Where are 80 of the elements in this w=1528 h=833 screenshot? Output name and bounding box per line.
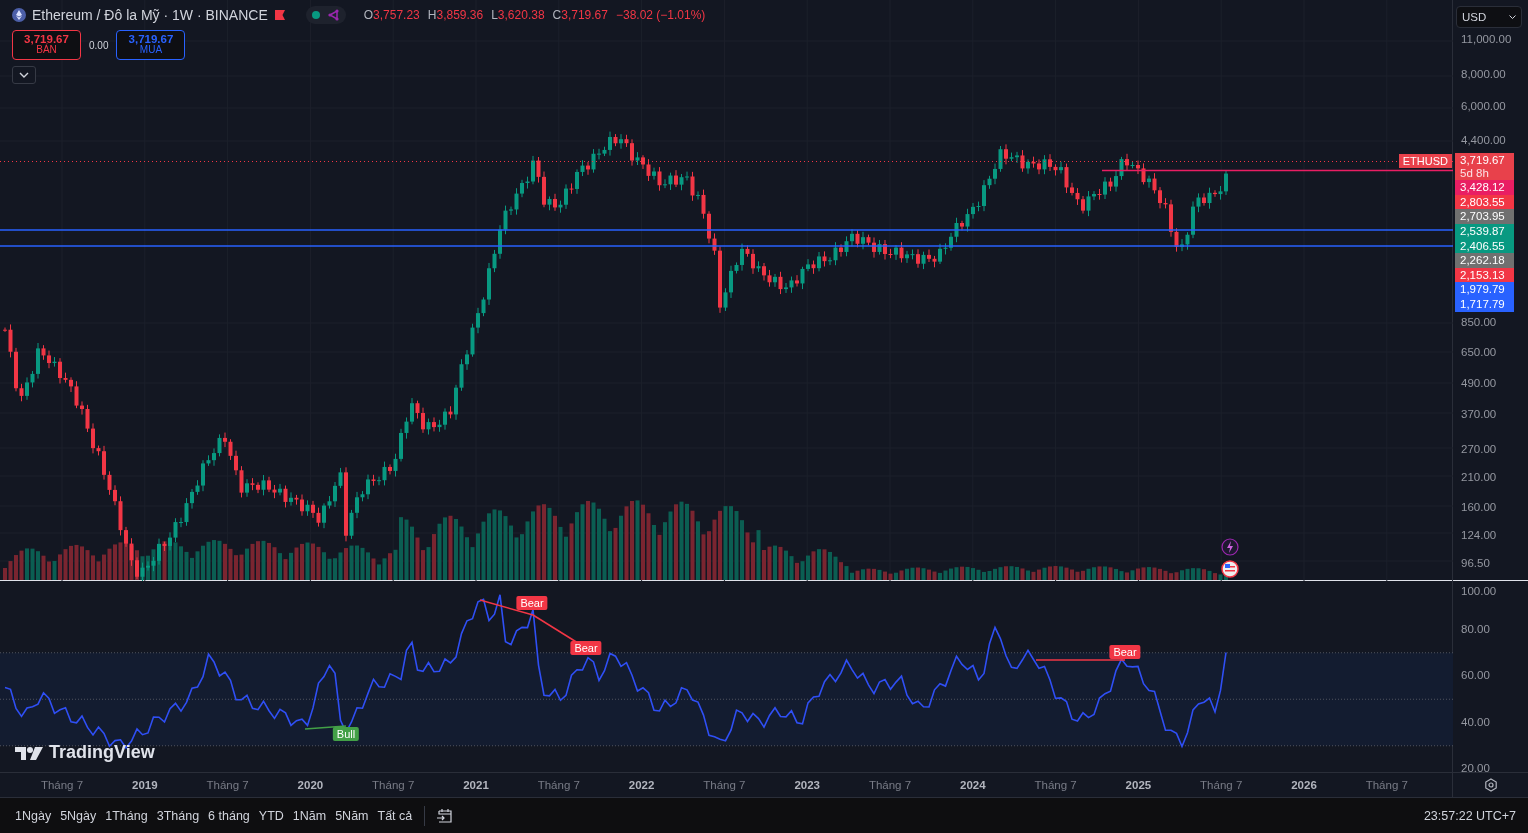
price-change: −38.02 (−1.01%) xyxy=(615,8,706,22)
chevron-down-icon xyxy=(19,72,29,78)
time-axis-label: 2023 xyxy=(794,779,820,791)
price-axis-label: 370.00 xyxy=(1461,408,1497,421)
ethereum-logo-icon xyxy=(12,8,26,22)
time-axis-label: Tháng 7 xyxy=(1365,779,1408,791)
time-axis-label: Tháng 7 xyxy=(40,779,84,791)
lightning-icon[interactable] xyxy=(1221,538,1239,556)
buy-button[interactable]: 3,719.67 MUA xyxy=(116,30,186,60)
time-axis-label: 2022 xyxy=(628,779,655,791)
range-button[interactable]: 1Ngày xyxy=(12,806,55,825)
price-axis-label: 210.00 xyxy=(1461,470,1497,483)
tradingview-logo-icon xyxy=(15,744,45,761)
time-axis-label: Tháng 7 xyxy=(1200,779,1243,791)
clock-time: 23:57:22 UTC+7 xyxy=(1423,808,1516,823)
time-axis-label: 2020 xyxy=(297,779,324,791)
rsi-axis-label: 60.00 xyxy=(1461,669,1490,681)
time-axis-label: Tháng 7 xyxy=(206,779,249,791)
range-button[interactable]: 6 tháng xyxy=(205,806,253,825)
market-open-dot-icon xyxy=(311,11,320,19)
divergence-label: Bear xyxy=(516,596,548,610)
time-axis-label: Tháng 7 xyxy=(703,779,746,791)
time-axis-label: 2024 xyxy=(960,779,986,791)
rsi-axis-label: 20.00 xyxy=(1461,762,1490,774)
flag-us-icon[interactable] xyxy=(1221,560,1239,578)
price-tag: 2,703.95 xyxy=(1455,209,1514,224)
divergence-label: Bear xyxy=(1109,645,1141,659)
settings-icon[interactable] xyxy=(1483,778,1498,792)
price-axis-label: 270.00 xyxy=(1461,442,1497,455)
price-axis-label: 6,000.00 xyxy=(1461,99,1506,112)
time-axis-label: 2026 xyxy=(1291,779,1317,791)
time-axis-label: 2021 xyxy=(463,779,489,791)
time-axis-label: Tháng 7 xyxy=(372,779,415,791)
tradingview-logo: TradingView xyxy=(49,742,155,763)
price-tag: 1,979.79 xyxy=(1455,282,1514,297)
range-button[interactable]: Tất cả xyxy=(374,806,416,825)
divergence-label: Bear xyxy=(570,641,602,655)
price-axis-label: 8,000.00 xyxy=(1461,67,1506,80)
rsi-axis-label: 80.00 xyxy=(1461,622,1490,635)
divergence-label: Bull xyxy=(332,727,360,741)
price-axis-label: 11,000.00 xyxy=(1461,32,1512,45)
time-axis-label: 2025 xyxy=(1125,779,1152,791)
symbol-label: ETHUSD xyxy=(1398,154,1452,168)
price-axis-label: 96.50 xyxy=(1461,556,1490,569)
price-tag: 3,719.67 5d 8h xyxy=(1455,153,1514,181)
price-axis-label: 650.00 xyxy=(1461,345,1497,358)
time-axis-label: Tháng 7 xyxy=(868,779,912,791)
rsi-axis-label: 40.00 xyxy=(1461,715,1490,728)
price-axis-label: 850.00 xyxy=(1461,316,1497,328)
range-button[interactable]: 3Tháng xyxy=(153,806,203,825)
symbol-title[interactable]: Ethereum / Đô la Mỹ · 1W · BINANCE xyxy=(32,7,268,23)
time-axis-label: Tháng 7 xyxy=(1034,779,1077,791)
range-button[interactable]: YTD xyxy=(255,806,287,825)
time-axis-label: 2019 xyxy=(132,779,158,791)
price-axis-label: 490.00 xyxy=(1461,376,1497,389)
price-axis-label: 124.00 xyxy=(1461,529,1497,542)
range-button[interactable]: 1Năm xyxy=(289,806,330,825)
currency-dropdown[interactable]: USD xyxy=(1456,6,1522,28)
range-button[interactable]: 5Ngày xyxy=(57,806,100,825)
range-button[interactable]: 5Năm xyxy=(332,806,372,825)
price-axis-label: 4,400.00 xyxy=(1461,134,1506,146)
ohlc-value: C3,719.67 xyxy=(552,8,608,22)
collapse-button[interactable] xyxy=(12,66,36,84)
share-nodes-icon xyxy=(327,9,340,21)
rsi-axis-label: 100.00 xyxy=(1461,585,1497,597)
calendar-icon xyxy=(436,806,455,825)
status-pill[interactable] xyxy=(305,6,346,24)
price-tag: 2,262.18 xyxy=(1455,253,1514,268)
spread-value: 0.00 xyxy=(89,39,109,51)
time-axis-label: Tháng 7 xyxy=(537,779,580,791)
chevron-down-icon xyxy=(1509,15,1516,19)
price-axis-label: 160.00 xyxy=(1461,500,1497,513)
ohlc-value: O3,757.23 xyxy=(363,8,420,22)
range-button[interactable]: 1Tháng xyxy=(102,806,151,825)
price-tag: 3,428.12 xyxy=(1455,180,1514,195)
divergence-line xyxy=(304,725,347,730)
flag-icon[interactable] xyxy=(273,9,286,21)
sell-button[interactable]: 3,719.67 BÁN xyxy=(12,30,81,60)
ohlc-value: L3,620.38 xyxy=(491,8,545,22)
ohlc-value: H3,859.36 xyxy=(427,8,484,22)
